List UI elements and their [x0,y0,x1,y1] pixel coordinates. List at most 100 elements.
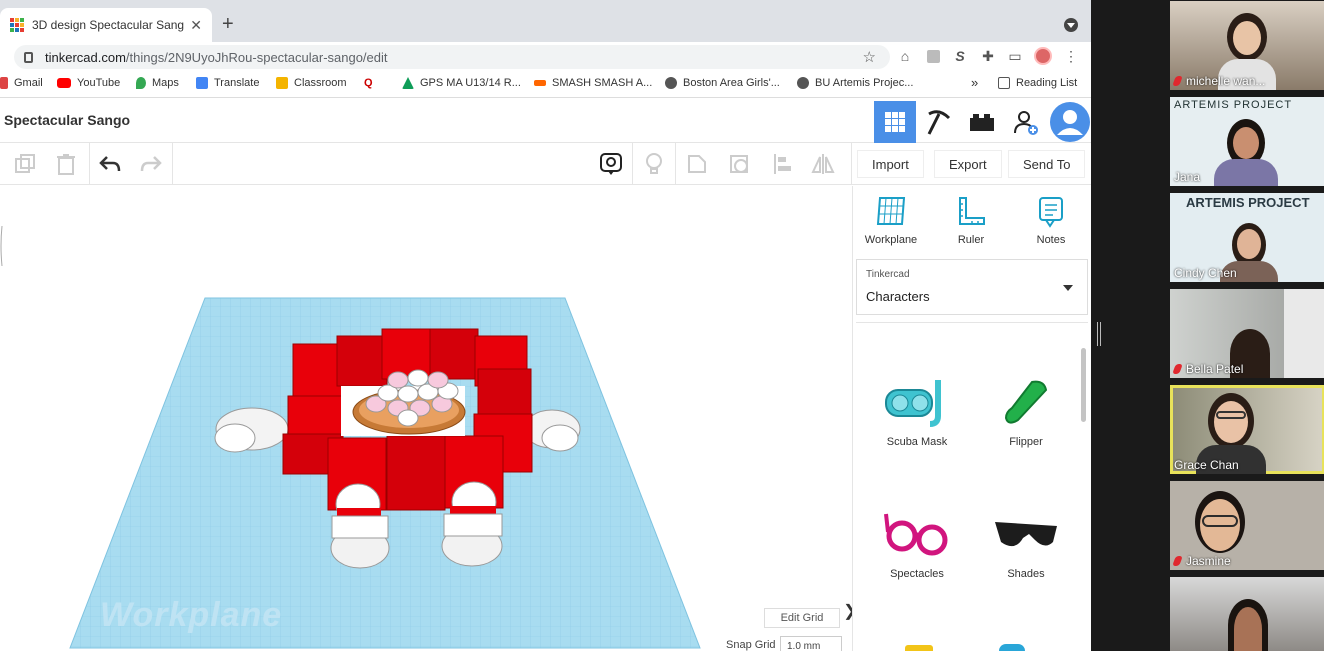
bookmark-boston-girls[interactable]: Boston Area Girls'... [665,77,780,89]
close-tab-icon[interactable]: ✕ [190,17,202,34]
participant-tile[interactable]: Jasmine [1170,481,1324,570]
bookmark-gps[interactable]: GPS MA U13/14 R... [402,77,521,89]
bookmark-bu-artemis[interactable]: BU Artemis Projec... [797,77,913,89]
tab-strip: 3D design Spectacular Sango ✕ + [0,0,1091,42]
hole-shape-icon[interactable] [726,151,752,177]
bookmark-translate[interactable]: Translate [196,77,259,89]
solid-shape-icon[interactable] [684,151,710,177]
participant-name: Bella Patel [1172,362,1243,376]
participant-tile[interactable]: Bella Patel [1170,289,1324,378]
muted-mic-icon [1172,76,1183,86]
participant-name: Jasmine [1172,554,1231,568]
participant-name: michelle wan... [1172,74,1265,88]
virtual-background-banner: ARTEMIS PROJECT [1174,99,1293,111]
browser-tab[interactable]: 3D design Spectacular Sango ✕ [0,8,212,42]
bookmark-star-icon[interactable]: ☆ [863,48,876,66]
editor-toolbar: Import Export Send To [0,143,1091,185]
tab-search-icon[interactable] [1064,18,1078,32]
bookmark-smash[interactable]: SMASH SMASH A... [534,77,652,89]
shapes-panel: Workplane Ruler Notes Tinkercad Characte… [852,186,1091,651]
virtual-background-banner: ARTEMIS PROJECT [1186,195,1310,210]
browser-menu-icon[interactable]: ⋮ [1062,47,1080,65]
home-icon[interactable]: ⌂ [896,47,914,65]
reading-list-button[interactable]: Reading List [998,77,1077,89]
participant-name: Grace Chan [1174,458,1239,472]
new-tab-icon[interactable]: + [222,14,234,34]
tab-title: 3D design Spectacular Sango [32,18,185,32]
collapse-panel-chevron-icon[interactable]: ❯ [843,591,852,631]
3d-view-grid-icon[interactable] [874,101,916,143]
participant-tile[interactable]: michelle wan... [1170,1,1324,90]
quizlet-bookmark-icon[interactable]: Q [364,77,373,89]
dropdown-caret-icon [1063,285,1073,291]
notes-tool[interactable]: Notes [1021,196,1081,246]
ruler-tool[interactable]: Ruler [941,196,1001,246]
redo-icon[interactable] [138,151,164,177]
pickaxe-icon[interactable] [918,101,960,143]
add-user-icon[interactable] [1005,101,1047,143]
omnibox[interactable]: tinkercad.com/things/2N9UyoJhRou-spectac… [14,45,890,69]
browser-window: 3D design Spectacular Sango ✕ + tinkerca… [0,0,1091,651]
splitter-handle[interactable] [1097,322,1101,346]
lock-icon[interactable] [24,51,33,63]
library-selected-label: Characters [866,289,930,304]
trash-icon[interactable] [53,151,79,177]
3d-viewport[interactable]: Workplane Edit Grid Snap Grid 1.0 mm ❯ [0,186,852,651]
bookmark-maps[interactable]: Maps [136,77,179,89]
muted-mic-icon [1172,556,1183,566]
puzzle-icon[interactable]: ✚ [979,47,997,65]
shape-scuba-mask[interactable]: Scuba Mask [867,376,967,448]
bookmark-youtube[interactable]: YouTube [57,77,120,89]
shades-icon [995,522,1057,547]
extension-icon[interactable] [924,47,942,65]
snap-grid-select[interactable]: 1.0 mm [780,636,842,651]
lightbulb-icon[interactable] [641,151,667,177]
participant-tile[interactable] [1170,577,1324,651]
shape-shades[interactable]: Shades [976,508,1076,580]
mirror-icon[interactable] [810,151,836,177]
library-source-label: Tinkercad [866,269,910,280]
spectacles-icon [884,513,948,556]
bookmark-classroom[interactable]: Classroom [276,77,347,89]
muted-mic-icon [1172,364,1183,374]
shape-library-select[interactable]: Tinkercad Characters [856,259,1088,315]
workplane-scene[interactable] [0,186,852,651]
shape-spectacles[interactable]: Spectacles [867,508,967,580]
participant-tile[interactable]: ARTEMIS PROJECT Cindy Chen [1170,193,1324,282]
s-extension-icon[interactable]: S [951,47,969,65]
shape-flipper[interactable]: Flipper [976,376,1076,448]
cast-icon[interactable]: ▭ [1006,47,1024,65]
user-avatar[interactable] [1049,101,1091,143]
tinkercad-header: Spectacular Sango [0,99,1091,143]
edit-grid-button[interactable]: Edit Grid [764,608,840,628]
ruler-icon [959,197,985,225]
zoom-gallery: michelle wan... ARTEMIS PROJECT Jana ART… [1091,0,1324,651]
url-text[interactable]: tinkercad.com/things/2N9UyoJhRou-spectac… [45,50,388,65]
copy-icon[interactable] [12,151,38,177]
import-button[interactable]: Import [857,150,924,178]
participant-name: Cindy Chen [1174,266,1237,280]
design-title[interactable]: Spectacular Sango [4,112,130,128]
scuba-mask-icon [885,380,941,427]
export-button[interactable]: Export [934,150,1002,178]
workplane-icon [876,197,906,225]
bricks-icon[interactable] [961,101,1003,143]
bookmarks-overflow-button[interactable]: » [971,75,978,90]
send-to-button[interactable]: Send To [1008,150,1086,178]
participant-tile-active-speaker[interactable]: Grace Chan [1170,385,1324,474]
align-icon[interactable] [770,151,796,177]
panel-scrollbar[interactable] [1081,348,1086,422]
tinkercad-favicon [10,18,24,32]
snap-grid-label: Snap Grid [726,639,776,651]
notes-icon [1039,197,1063,228]
notes-toggle-icon[interactable] [598,151,624,177]
undo-icon[interactable] [97,151,123,177]
screen: 3D design Spectacular Sango ✕ + tinkerca… [0,0,1324,651]
participant-tile[interactable]: ARTEMIS PROJECT Jana [1170,97,1324,186]
workplane-watermark: Workplane [100,596,283,634]
bookmark-gmail[interactable]: Gmail [0,77,43,89]
participant-name: Jana [1174,170,1201,184]
workplane-tool[interactable]: Workplane [861,196,921,246]
profile-avatar-icon[interactable] [1034,47,1052,65]
bookmarks-bar: Gmail YouTube Maps Translate Classroom Q… [0,72,1091,98]
